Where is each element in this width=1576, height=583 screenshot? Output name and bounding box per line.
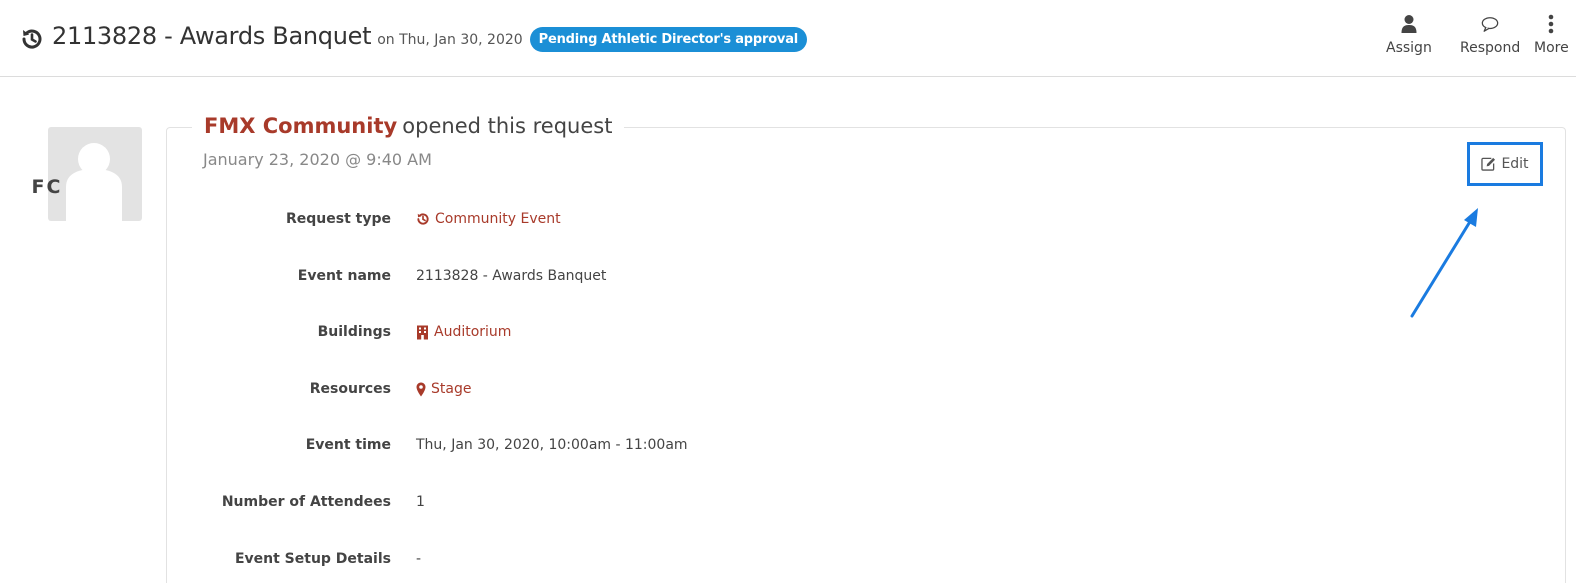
field-label-event-name: Event name [297, 268, 391, 284]
user-icon [1401, 15, 1417, 33]
vertical-ellipsis-icon [1549, 14, 1554, 34]
assign-button[interactable]: Assign [1386, 14, 1432, 56]
page-header: 2113828 - Awards Banquet on Thu, Jan 30,… [0, 0, 1576, 77]
field-value-text: Auditorium [434, 324, 512, 340]
edit-icon [1481, 157, 1496, 171]
field-label-attendees: Number of Attendees [221, 494, 391, 510]
field-value-attendees: 1 [416, 494, 425, 510]
field-value-event-name: 2113828 - Awards Banquet [416, 268, 607, 284]
edit-button[interactable]: Edit [1467, 142, 1543, 186]
event-date: on Thu, Jan 30, 2020 [377, 32, 523, 48]
respond-label: Respond [1460, 40, 1521, 56]
building-icon [417, 325, 428, 339]
activity-timestamp: January 23, 2020 @ 9:40 AM [203, 150, 432, 169]
field-label-request-type: Request type [286, 211, 391, 227]
page-title: 2113828 - Awards Banquet [52, 22, 372, 50]
field-label-event-time: Event time [305, 437, 391, 453]
avatar-initials: FC [31, 176, 63, 198]
annotation-arrow-icon [1410, 208, 1478, 318]
activity-action: opened this request [402, 114, 613, 138]
field-value-resources[interactable]: Stage [416, 381, 471, 397]
person-silhouette-icon [66, 143, 122, 221]
field-value-event-time: Thu, Jan 30, 2020, 10:00am - 11:00am [416, 437, 688, 453]
activity-heading: FMX Community opened this request [192, 114, 625, 138]
avatar [48, 127, 142, 221]
more-button[interactable]: More [1534, 14, 1569, 56]
field-value-request-type[interactable]: Community Event [416, 211, 561, 227]
assign-label: Assign [1386, 40, 1432, 56]
status-badge: Pending Athletic Director's approval [529, 26, 808, 52]
history-icon [22, 29, 42, 49]
field-value-text: Stage [431, 381, 472, 397]
field-label-resources: Resources [309, 381, 391, 397]
field-value-buildings[interactable]: Auditorium [416, 324, 511, 340]
speech-bubble-icon [1481, 17, 1499, 32]
request-title-row: 2113828 - Awards Banquet on Thu, Jan 30,… [20, 22, 808, 56]
history-icon [417, 213, 429, 225]
map-marker-icon [416, 382, 426, 396]
field-label-setup-details: Event Setup Details [234, 551, 391, 567]
field-value-setup-details: - [416, 551, 422, 567]
respond-button[interactable]: Respond [1460, 14, 1520, 56]
activity-card [166, 127, 1566, 583]
more-label: More [1534, 40, 1569, 56]
field-value-text: Community Event [435, 211, 561, 227]
edit-label: Edit [1501, 156, 1529, 172]
field-label-buildings: Buildings [317, 324, 391, 340]
author-link[interactable]: FMX Community [204, 114, 397, 138]
